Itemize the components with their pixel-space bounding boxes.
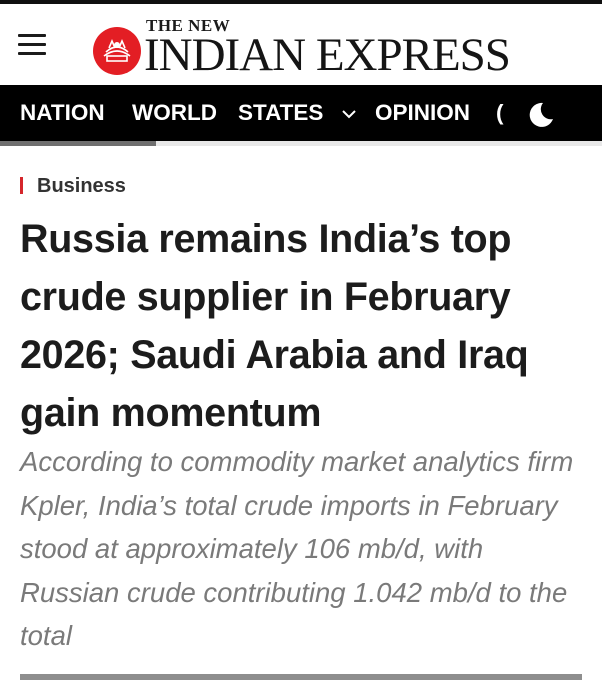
nav-scroll-thumb[interactable] xyxy=(0,141,156,146)
article-image-top-edge xyxy=(20,674,582,680)
nav-item-world[interactable]: WORLD xyxy=(132,99,217,127)
menu-bar-top xyxy=(18,34,46,37)
menu-bar-bottom xyxy=(18,52,46,55)
main-nav: NATION WORLD STATES OPINION ( xyxy=(0,85,602,143)
chevron-down-icon[interactable] xyxy=(342,110,356,119)
nav-item-opinion[interactable]: OPINION xyxy=(375,99,470,127)
nav-item-overflow[interactable]: ( xyxy=(496,99,504,127)
nav-item-states[interactable]: STATES xyxy=(238,99,323,127)
site-logo[interactable]: THE NEW INDIAN EXPRESS xyxy=(92,16,522,82)
article-headline: Russia remains India’s top crude supplie… xyxy=(20,217,529,435)
section-marker xyxy=(20,177,23,194)
section-label-business[interactable]: Business xyxy=(37,174,126,198)
nav-item-nation[interactable]: NATION xyxy=(20,99,105,127)
logo-text-indian-express: INDIAN EXPRESS xyxy=(144,29,511,81)
article-summary: According to commodity market analytics … xyxy=(20,446,574,651)
site-header: THE NEW INDIAN EXPRESS xyxy=(0,4,602,84)
menu-bar-middle xyxy=(18,43,46,46)
moon-icon[interactable] xyxy=(526,100,556,130)
logo-emblem-icon xyxy=(93,27,141,75)
hamburger-menu-icon[interactable] xyxy=(18,34,46,56)
